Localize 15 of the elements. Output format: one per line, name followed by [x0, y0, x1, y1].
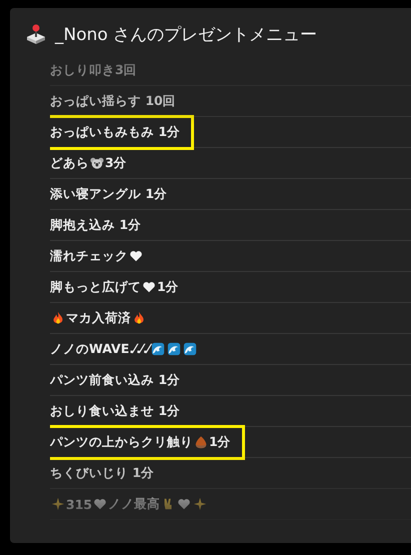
joystick-icon — [25, 23, 47, 45]
sparkle-icon — [51, 497, 65, 511]
heart-icon — [177, 497, 192, 511]
heart-icon — [142, 280, 156, 294]
wave-icon — [150, 342, 165, 356]
sparkle-icon — [193, 497, 208, 511]
window-title: _Nono さんのプレゼントメニュー — [55, 24, 318, 46]
heart-icon — [93, 497, 108, 511]
koala-icon — [90, 156, 104, 170]
wave-icon — [182, 342, 197, 356]
wave-icon — [166, 342, 181, 356]
fire-icon — [132, 311, 146, 325]
chestnut-icon — [194, 435, 208, 449]
fire-icon — [51, 311, 65, 325]
heart-icon — [129, 249, 143, 263]
